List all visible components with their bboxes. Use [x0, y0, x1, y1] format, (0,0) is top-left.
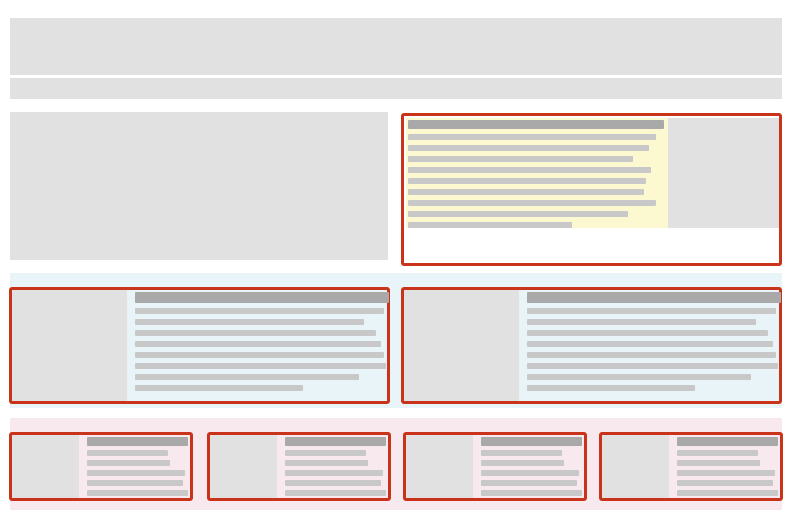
- text-line: [481, 450, 562, 456]
- text-line: [527, 374, 751, 380]
- teaser-text: [283, 435, 386, 498]
- text-line: [408, 167, 651, 173]
- teaser-image-placeholder: [12, 435, 79, 498]
- card-image-placeholder: [668, 118, 779, 228]
- teaser-text: [479, 435, 582, 498]
- text-line: [481, 470, 579, 476]
- header-banner: [10, 18, 782, 75]
- text-line: [135, 385, 303, 391]
- text-line: [408, 200, 656, 206]
- teaser-text: [85, 435, 188, 498]
- text-line: [527, 363, 778, 369]
- text-line: [87, 450, 168, 456]
- heading-line: [87, 437, 188, 446]
- teaser-card-2: [207, 432, 391, 501]
- article-card-1: [9, 287, 390, 404]
- text-line: [677, 470, 775, 476]
- card-text-panel: [406, 118, 668, 228]
- text-line: [481, 460, 564, 466]
- text-line: [408, 189, 644, 195]
- text-line: [527, 319, 756, 325]
- text-line: [408, 222, 572, 228]
- heading-line: [285, 437, 386, 446]
- text-line: [87, 480, 183, 486]
- text-line: [285, 490, 386, 496]
- article-image-placeholder: [12, 290, 127, 401]
- text-line: [135, 341, 381, 347]
- text-line: [527, 308, 776, 314]
- text-line: [135, 352, 384, 358]
- teaser-image-placeholder: [210, 435, 277, 498]
- text-line: [677, 490, 778, 496]
- text-line: [677, 460, 760, 466]
- text-line: [87, 460, 170, 466]
- heading-line: [527, 292, 781, 303]
- text-line: [408, 145, 649, 151]
- teaser-image-placeholder: [602, 435, 669, 498]
- text-line: [481, 490, 582, 496]
- text-line: [408, 178, 646, 184]
- text-line: [677, 480, 773, 486]
- teaser-image-placeholder: [406, 435, 473, 498]
- text-line: [527, 352, 776, 358]
- article-text: [525, 290, 781, 401]
- text-line: [481, 480, 577, 486]
- teaser-card-3: [403, 432, 587, 501]
- text-line: [87, 490, 188, 496]
- nav-bar: [10, 78, 782, 99]
- article-card-2: [401, 287, 782, 404]
- text-line: [135, 319, 364, 325]
- heading-line: [135, 292, 389, 303]
- text-line: [135, 363, 386, 369]
- heading-line: [677, 437, 778, 446]
- teaser-card-1: [9, 432, 193, 501]
- text-line: [408, 134, 656, 140]
- text-line: [527, 330, 768, 336]
- text-line: [135, 308, 384, 314]
- text-line: [285, 450, 366, 456]
- article-image-placeholder: [404, 290, 519, 401]
- text-line: [135, 330, 376, 336]
- text-line: [285, 470, 383, 476]
- teaser-text: [675, 435, 778, 498]
- text-line: [408, 211, 628, 217]
- text-line: [285, 460, 368, 466]
- text-line: [135, 374, 359, 380]
- featured-card: [401, 113, 782, 266]
- text-line: [87, 470, 185, 476]
- text-line: [527, 341, 773, 347]
- heading-line: [481, 437, 582, 446]
- article-text: [133, 290, 389, 401]
- text-line: [285, 480, 381, 486]
- heading-line: [408, 120, 664, 129]
- text-line: [408, 156, 633, 162]
- feature-image-placeholder: [10, 112, 388, 260]
- text-line: [677, 450, 758, 456]
- teaser-card-4: [599, 432, 783, 501]
- text-line: [527, 385, 695, 391]
